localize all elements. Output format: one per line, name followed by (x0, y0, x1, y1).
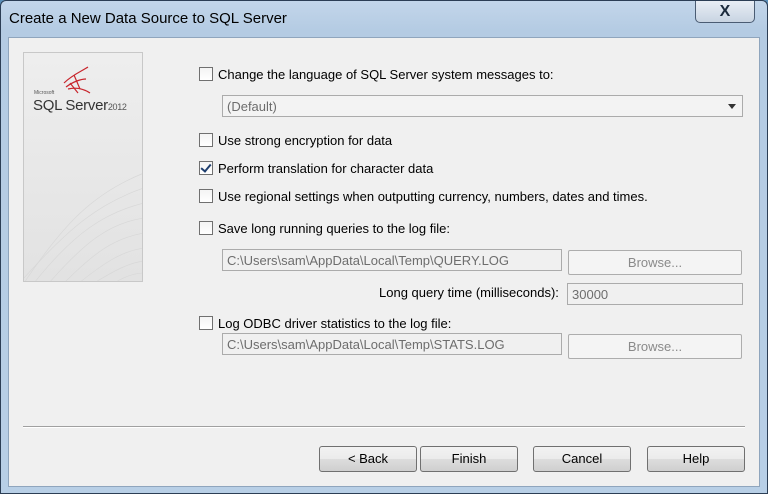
window-title: Create a New Data Source to SQL Server (9, 10, 287, 27)
footer-divider (23, 426, 745, 428)
close-button[interactable]: X (695, 1, 755, 23)
language-label: Change the language of SQL Server system… (218, 67, 554, 82)
logo-product-name: SQL Server2012 (33, 97, 127, 114)
logo-microsoft-text: Microsoft (34, 90, 55, 96)
sql-server-swoosh-icon (24, 66, 142, 281)
regional-settings-label: Use regional settings when outputting cu… (218, 189, 648, 204)
translation-checkbox[interactable] (199, 161, 213, 175)
title-bar: Create a New Data Source to SQL Server X (1, 1, 767, 35)
long-queries-label: Save long running queries to the log fil… (218, 221, 450, 236)
strong-encryption-label: Use strong encryption for data (218, 133, 393, 148)
long-query-time-input[interactable]: 30000 (567, 283, 743, 305)
stats-log-path-input[interactable]: C:\Users\sam\AppData\Local\Temp\STATS.LO… (222, 333, 562, 355)
chevron-down-icon (728, 104, 736, 109)
regional-settings-checkbox[interactable] (199, 189, 213, 203)
long-queries-checkbox[interactable] (199, 221, 213, 235)
finish-button[interactable]: Finish (420, 446, 518, 472)
cancel-button[interactable]: Cancel (533, 446, 631, 472)
translation-label: Perform translation for character data (218, 161, 434, 176)
language-select[interactable]: (Default) (222, 95, 743, 117)
strong-encryption-checkbox[interactable] (199, 133, 213, 147)
close-icon: X (719, 2, 731, 20)
dialog-body: Microsoft SQL Server2012 Change the lang… (8, 37, 760, 487)
back-button[interactable]: < Back (319, 446, 417, 472)
stats-log-browse-button[interactable]: Browse... (568, 334, 742, 359)
dialog-window: Create a New Data Source to SQL Server X (0, 0, 768, 494)
help-button[interactable]: Help (647, 446, 745, 472)
language-checkbox[interactable] (199, 67, 213, 81)
odbc-stats-checkbox[interactable] (199, 316, 213, 330)
query-log-path-input[interactable]: C:\Users\sam\AppData\Local\Temp\QUERY.LO… (222, 249, 562, 271)
odbc-stats-label: Log ODBC driver statistics to the log fi… (218, 316, 452, 331)
query-log-browse-button[interactable]: Browse... (568, 250, 742, 275)
sql-server-logo-panel: Microsoft SQL Server2012 (23, 52, 143, 282)
long-query-time-label: Long query time (milliseconds): (379, 285, 559, 300)
